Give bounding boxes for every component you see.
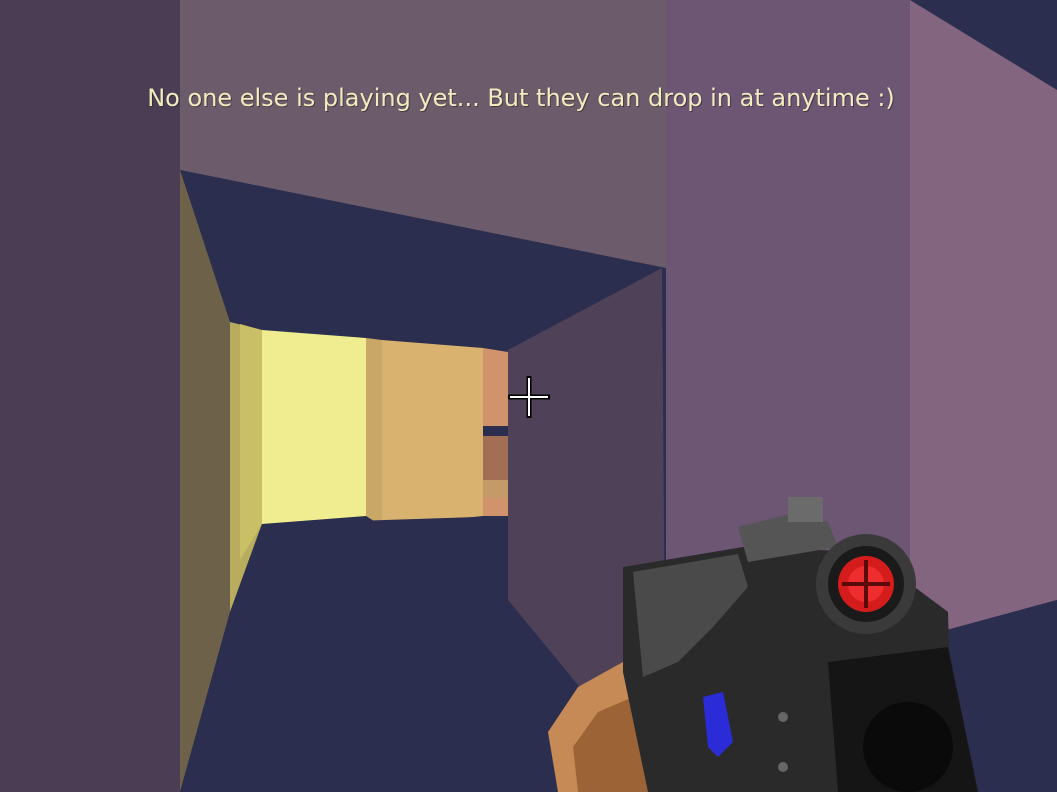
distant-lit-wall <box>262 330 366 524</box>
gun-top-knob <box>788 497 823 522</box>
distant-brown-block <box>483 436 508 480</box>
gun-bolt-2 <box>778 762 788 772</box>
distant-dark-strip <box>483 426 508 436</box>
plasma-gun-icon <box>548 497 978 792</box>
gun-barrel-opening <box>863 702 953 792</box>
left-near-wall <box>0 0 180 792</box>
distant-pillar-side <box>366 338 382 526</box>
gun-bolt-1 <box>778 712 788 722</box>
left-corridor-wall-inner-2 <box>240 324 262 560</box>
distant-light-block <box>483 480 508 498</box>
game-viewport[interactable]: No one else is playing yet... But they c… <box>0 0 1057 792</box>
crosshair-icon <box>508 376 550 418</box>
hud-message: No one else is playing yet... But they c… <box>147 84 895 112</box>
distant-pillar-face <box>382 340 483 526</box>
